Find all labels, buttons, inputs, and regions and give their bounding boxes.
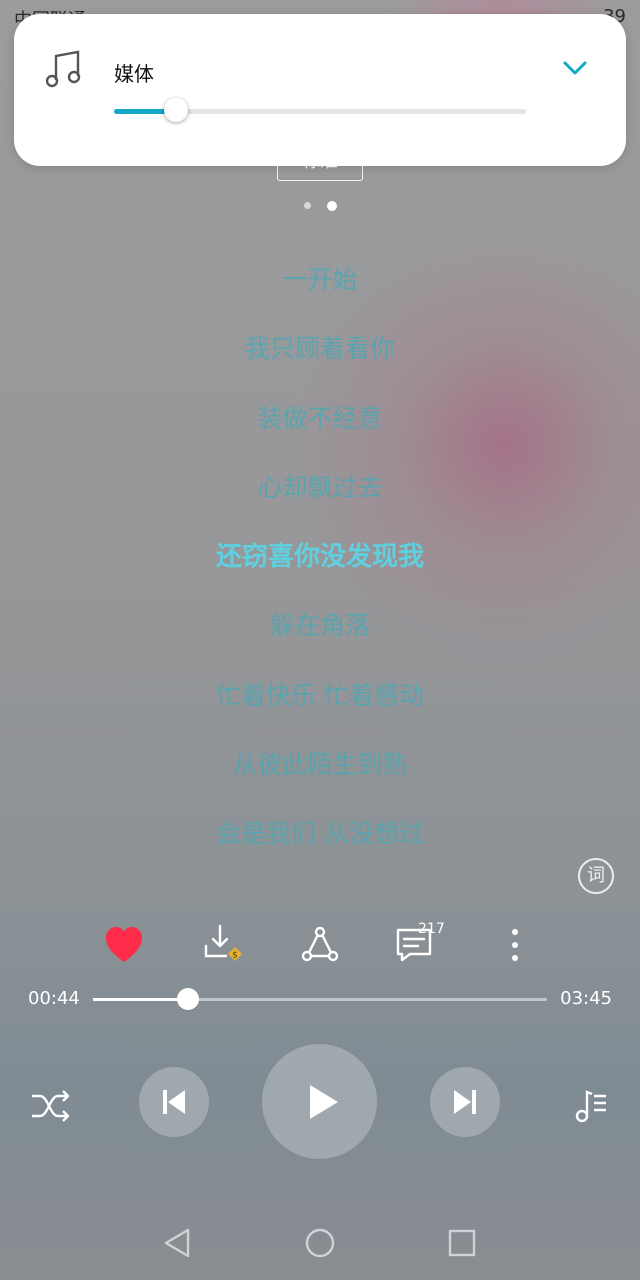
lyrics-toggle-button[interactable]: 词 <box>578 858 614 894</box>
play-button[interactable] <box>262 1044 377 1159</box>
heart-icon[interactable] <box>100 920 148 970</box>
lyric-line: 心却飘过去 <box>257 472 383 502</box>
back-icon[interactable] <box>152 1218 202 1268</box>
total-time: 03:45 <box>560 988 612 1009</box>
volume-panel: 媒体 <box>14 14 626 166</box>
lyric-line: 我只顾着看你 <box>244 334 395 364</box>
page-dot-active <box>326 200 337 211</box>
page-indicator <box>0 195 640 214</box>
playlist-icon[interactable] <box>572 1086 612 1126</box>
chevron-down-icon[interactable] <box>562 58 588 78</box>
action-bar: $ <box>0 920 640 972</box>
system-nav-bar <box>0 1218 640 1270</box>
svg-text:$: $ <box>232 951 238 961</box>
volume-slider[interactable] <box>114 98 526 122</box>
lyric-line-current: 还窃喜你没发现我 <box>215 542 424 573</box>
quality-badge[interactable]: 标准 <box>277 150 363 181</box>
seek-bar-thumb[interactable] <box>177 988 200 1010</box>
recents-icon[interactable] <box>437 1218 487 1268</box>
volume-slider-thumb[interactable] <box>163 98 188 122</box>
home-icon[interactable] <box>295 1218 345 1268</box>
shuffle-icon[interactable] <box>28 1086 72 1126</box>
next-button[interactable] <box>430 1067 500 1137</box>
download-icon[interactable]: $ <box>200 920 248 970</box>
page-dot <box>303 202 311 209</box>
seek-bar-fill <box>93 998 189 1001</box>
current-time: 00:44 <box>28 988 80 1009</box>
volume-stream-label: 媒体 <box>114 62 154 86</box>
lyric-line: 会是我们 从没想过 <box>216 819 424 849</box>
skip-previous-icon <box>163 1090 185 1114</box>
lyric-line: 从彼此陌生到熟 <box>232 750 408 780</box>
more-icon[interactable] <box>491 920 539 970</box>
lyric-line: 忙着快乐 忙着感动 <box>216 680 424 710</box>
play-icon <box>310 1085 338 1119</box>
music-note-icon <box>46 50 81 88</box>
share-icon[interactable] <box>296 920 344 970</box>
lyrics-view[interactable]: 一开始 我只顾着看你 装做不经意 心却飘过去 还窃喜你没发现我 躲在角落 忙着快… <box>0 262 640 886</box>
lyric-line: 一开始 <box>282 265 358 294</box>
lyric-line: 装做不经意 <box>257 403 383 433</box>
comment-count-badge: 217 <box>418 921 445 937</box>
lyric-line: 躲在角落 <box>269 611 370 641</box>
previous-button[interactable] <box>139 1067 209 1137</box>
playback-controls <box>0 1040 640 1160</box>
playback-progress: 00:44 03:45 <box>0 984 640 1016</box>
seek-bar[interactable] <box>93 988 547 1010</box>
skip-next-icon <box>454 1090 476 1114</box>
